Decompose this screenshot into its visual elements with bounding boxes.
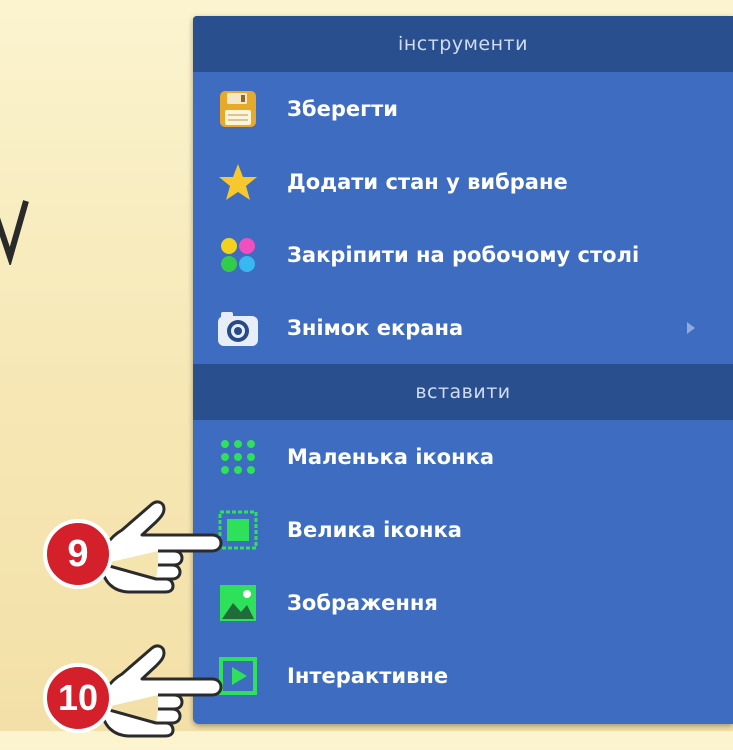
menu-item-pin-desktop[interactable]: Закріпити на робочому столі xyxy=(193,218,733,291)
callout-number: 9 xyxy=(67,533,89,575)
menu-item-label: Додати стан у вибране xyxy=(287,169,568,194)
menu-item-screenshot[interactable]: Знімок екрана xyxy=(193,291,733,364)
colored-dots-icon xyxy=(215,232,261,278)
star-icon xyxy=(215,159,261,205)
menu-item-save[interactable]: Зберегти xyxy=(193,72,733,145)
menu-item-label: Зображення xyxy=(287,590,438,615)
section-header-label: інструменти xyxy=(398,33,528,55)
partial-letter-glyph xyxy=(0,200,29,265)
menu-item-label: Маленька іконка xyxy=(287,444,495,469)
menu-item-label: Знімок екрана xyxy=(287,315,464,340)
menu-item-label: Закріпити на робочому столі xyxy=(287,242,640,267)
menu-item-label: Зберегти xyxy=(287,96,398,121)
menu-item-label: Велика іконка xyxy=(287,517,462,542)
context-menu: інструменти Зберегти Додати стан у вибра… xyxy=(193,16,733,724)
camera-icon xyxy=(215,305,261,351)
menu-item-add-favorite[interactable]: Додати стан у вибране xyxy=(193,145,733,218)
callout-9: 9 xyxy=(40,492,250,602)
callout-10: 10 xyxy=(40,636,250,746)
small-icon-grid-icon xyxy=(215,434,261,480)
menu-item-image[interactable]: Зображення xyxy=(193,566,733,639)
floppy-disk-icon xyxy=(215,86,261,132)
section-header-label: вставити xyxy=(415,381,511,403)
menu-item-small-icon[interactable]: Маленька іконка xyxy=(193,420,733,493)
submenu-arrow-icon xyxy=(687,321,695,334)
callout-number: 10 xyxy=(57,677,99,718)
menu-item-large-icon[interactable]: Велика іконка xyxy=(193,493,733,566)
menu-item-label: Інтерактивне xyxy=(287,663,449,688)
section-header-insert: вставити xyxy=(193,364,733,420)
menu-item-interactive[interactable]: Інтерактивне xyxy=(193,639,733,712)
section-header-tools: інструменти xyxy=(193,16,733,72)
